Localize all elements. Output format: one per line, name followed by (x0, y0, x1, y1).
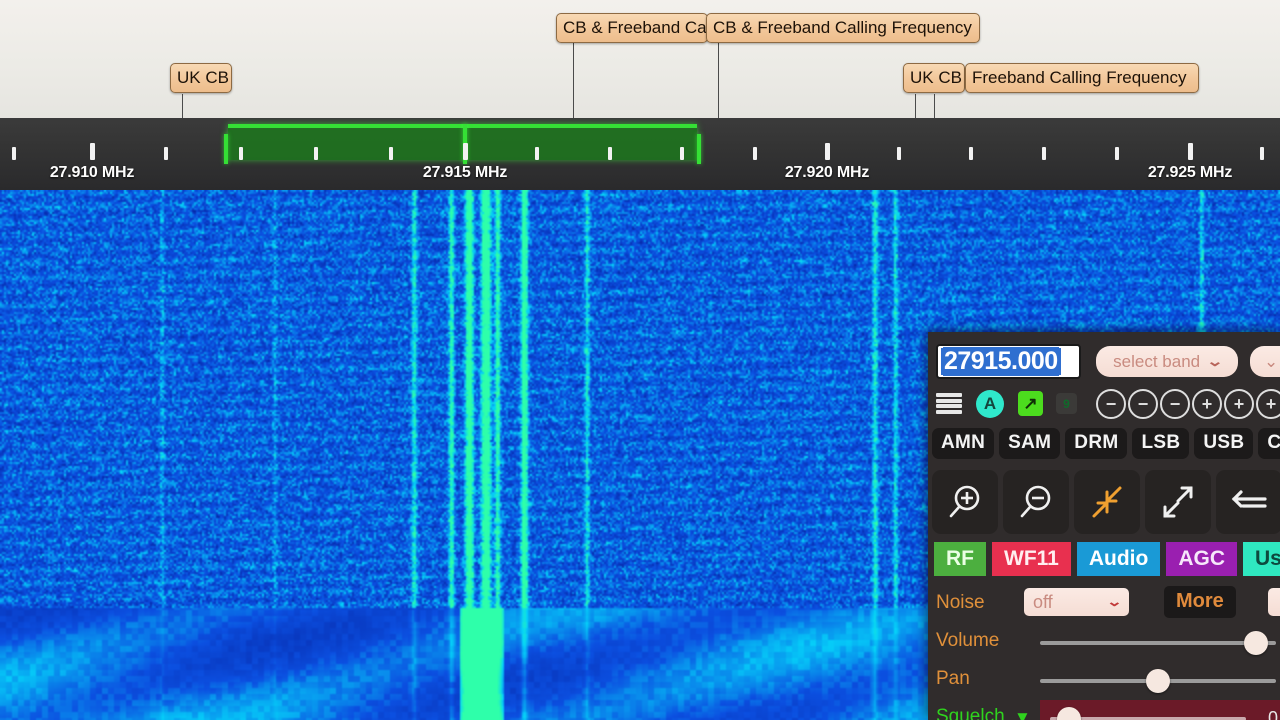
band-label[interactable]: UK CB (170, 63, 232, 93)
more-button[interactable]: More (1164, 586, 1236, 618)
select-band-dropdown[interactable]: select band ⌄ (1096, 346, 1238, 377)
scale-tick (463, 143, 468, 160)
squelch-row: Squelch ▼ 0 (932, 700, 1280, 720)
scale-tick (969, 147, 973, 160)
select-ext-chevron-icon: ⌄ (1264, 351, 1279, 371)
frequency-input[interactable]: 27915.000 (936, 344, 1081, 379)
user-count-badge: 9 (1056, 393, 1077, 414)
band-label-stem (718, 43, 719, 127)
scale-tick (680, 147, 684, 160)
band-label[interactable]: Freeband Calling Frequency (965, 63, 1199, 93)
frequency-value: 27915.000 (943, 347, 1059, 376)
volume-knob[interactable] (1243, 631, 1268, 655)
frequency-scale[interactable]: 27.910 MHz 27.915 MHz 27.920 MHz 27.925 MHz (0, 118, 1280, 190)
kiwisdr-waterfall-page: UK CB CB & Freeband Calling FrequencyCB &… (0, 0, 1280, 720)
freq-step-minus-2[interactable]: − (1128, 389, 1158, 419)
squelch-label: Squelch (936, 706, 1005, 720)
arrow-left-icon (1231, 490, 1267, 508)
volume-track[interactable] (1040, 641, 1276, 645)
scale-tick (608, 147, 612, 160)
pan-label: Pan (936, 668, 970, 689)
zoom-buttons (932, 470, 1280, 534)
chevron-down-icon: ⌄ (1206, 353, 1224, 369)
scale-tick (1188, 143, 1193, 160)
external-link-icon[interactable]: ↗ (1018, 391, 1043, 416)
scale-frequency-label: 27.925 MHz (1147, 164, 1233, 181)
section-button-rf[interactable]: RF (934, 542, 986, 576)
scale-tick (1042, 147, 1046, 160)
text-caret-end (1058, 348, 1061, 375)
scale-tick (897, 147, 901, 160)
band-label[interactable]: CB & Freeband Calling Frequency (556, 13, 708, 43)
section-button-agc[interactable]: AGC (1166, 542, 1238, 576)
scale-tick (825, 143, 830, 160)
noise-label: Noise (936, 592, 985, 613)
pan-left-button[interactable] (1216, 470, 1280, 534)
scale-tick (90, 143, 95, 160)
zoom-to-band-button[interactable] (1074, 470, 1140, 534)
volume-label: Volume (936, 630, 1000, 651)
freq-step-minus-1[interactable]: − (1160, 389, 1190, 419)
arrows-out-icon (1163, 486, 1193, 518)
mode-button-amn[interactable]: AMN (932, 428, 995, 459)
scale-tick (314, 147, 318, 160)
freq-step-plus-3[interactable]: + (1256, 389, 1280, 419)
arrows-in-icon (1092, 486, 1122, 518)
mode-button-drm[interactable]: DRM (1065, 428, 1128, 459)
section-button-user[interactable]: User (1243, 542, 1280, 576)
squelch-value: 0 (1267, 708, 1278, 720)
noise-row: Noise off ⌄ More (932, 586, 1280, 620)
freq-step-plus-2[interactable]: + (1224, 389, 1254, 419)
scale-tick (1115, 147, 1119, 160)
hamburger-menu-icon[interactable] (936, 393, 962, 414)
scale-frequency-label: 27.910 MHz (49, 164, 135, 181)
squelch-caret-icon[interactable]: ▼ (1014, 708, 1031, 720)
extra-dropdown[interactable] (1268, 588, 1280, 616)
band-label-strip: UK CB CB & Freeband Calling FrequencyCB &… (0, 0, 1280, 128)
freq-step-minus-3[interactable]: − (1096, 389, 1126, 419)
zoom-out-button[interactable] (1003, 470, 1069, 534)
mode-button-sam[interactable]: SAM (999, 428, 1061, 459)
scale-tick (164, 147, 168, 160)
control-panel: 27915.000 select band ⌄ ⌄ A ↗ 9 − − − + + + A… (928, 332, 1280, 720)
zoom-in-button[interactable] (932, 470, 998, 534)
scale-tick (535, 147, 539, 160)
pan-knob[interactable] (1146, 669, 1170, 693)
select-ext-dropdown[interactable]: ⌄ (1250, 346, 1280, 377)
select-band-label: select band (1113, 351, 1201, 371)
scale-frequency-label: 27.915 MHz (422, 164, 508, 181)
scale-tick (389, 147, 393, 160)
noise-value: off (1033, 591, 1053, 612)
scale-frequency-label: 27.920 MHz (784, 164, 870, 181)
scale-tick (239, 147, 243, 160)
mode-buttons: AMN SAM DRM LSB USB C (932, 428, 1280, 459)
freq-step-plus-1[interactable]: + (1192, 389, 1222, 419)
volume-row: Volume (932, 628, 1280, 658)
scale-tick (753, 147, 757, 160)
noise-select-dropdown[interactable]: off ⌄ (1024, 588, 1129, 616)
frequency-step-buttons: − − − + + + (1096, 389, 1280, 419)
scale-tick (12, 147, 16, 160)
band-label[interactable]: CB & Freeband Calling Frequency (706, 13, 980, 43)
antenna-a-badge[interactable]: A (976, 390, 1004, 418)
chevron-down-icon: ⌄ (1106, 594, 1123, 609)
pan-row: Pan (932, 666, 1280, 696)
mode-button-lsb[interactable]: LSB (1132, 428, 1190, 459)
magnifier-minus-icon (1020, 485, 1051, 518)
mode-button-usb[interactable]: USB (1194, 428, 1254, 459)
section-button-wf11[interactable]: WF11 (992, 542, 1071, 576)
magnifier-plus-icon (949, 485, 980, 518)
section-button-audio[interactable]: Audio (1076, 542, 1161, 576)
scale-tick (1260, 147, 1264, 160)
zoom-max-out-button[interactable] (1145, 470, 1211, 534)
section-buttons: RFWF11AudioAGCUser (934, 542, 1280, 576)
mode-button-c[interactable]: C (1258, 428, 1280, 459)
band-label-stem (573, 43, 574, 127)
band-label[interactable]: UK CB (903, 63, 965, 93)
